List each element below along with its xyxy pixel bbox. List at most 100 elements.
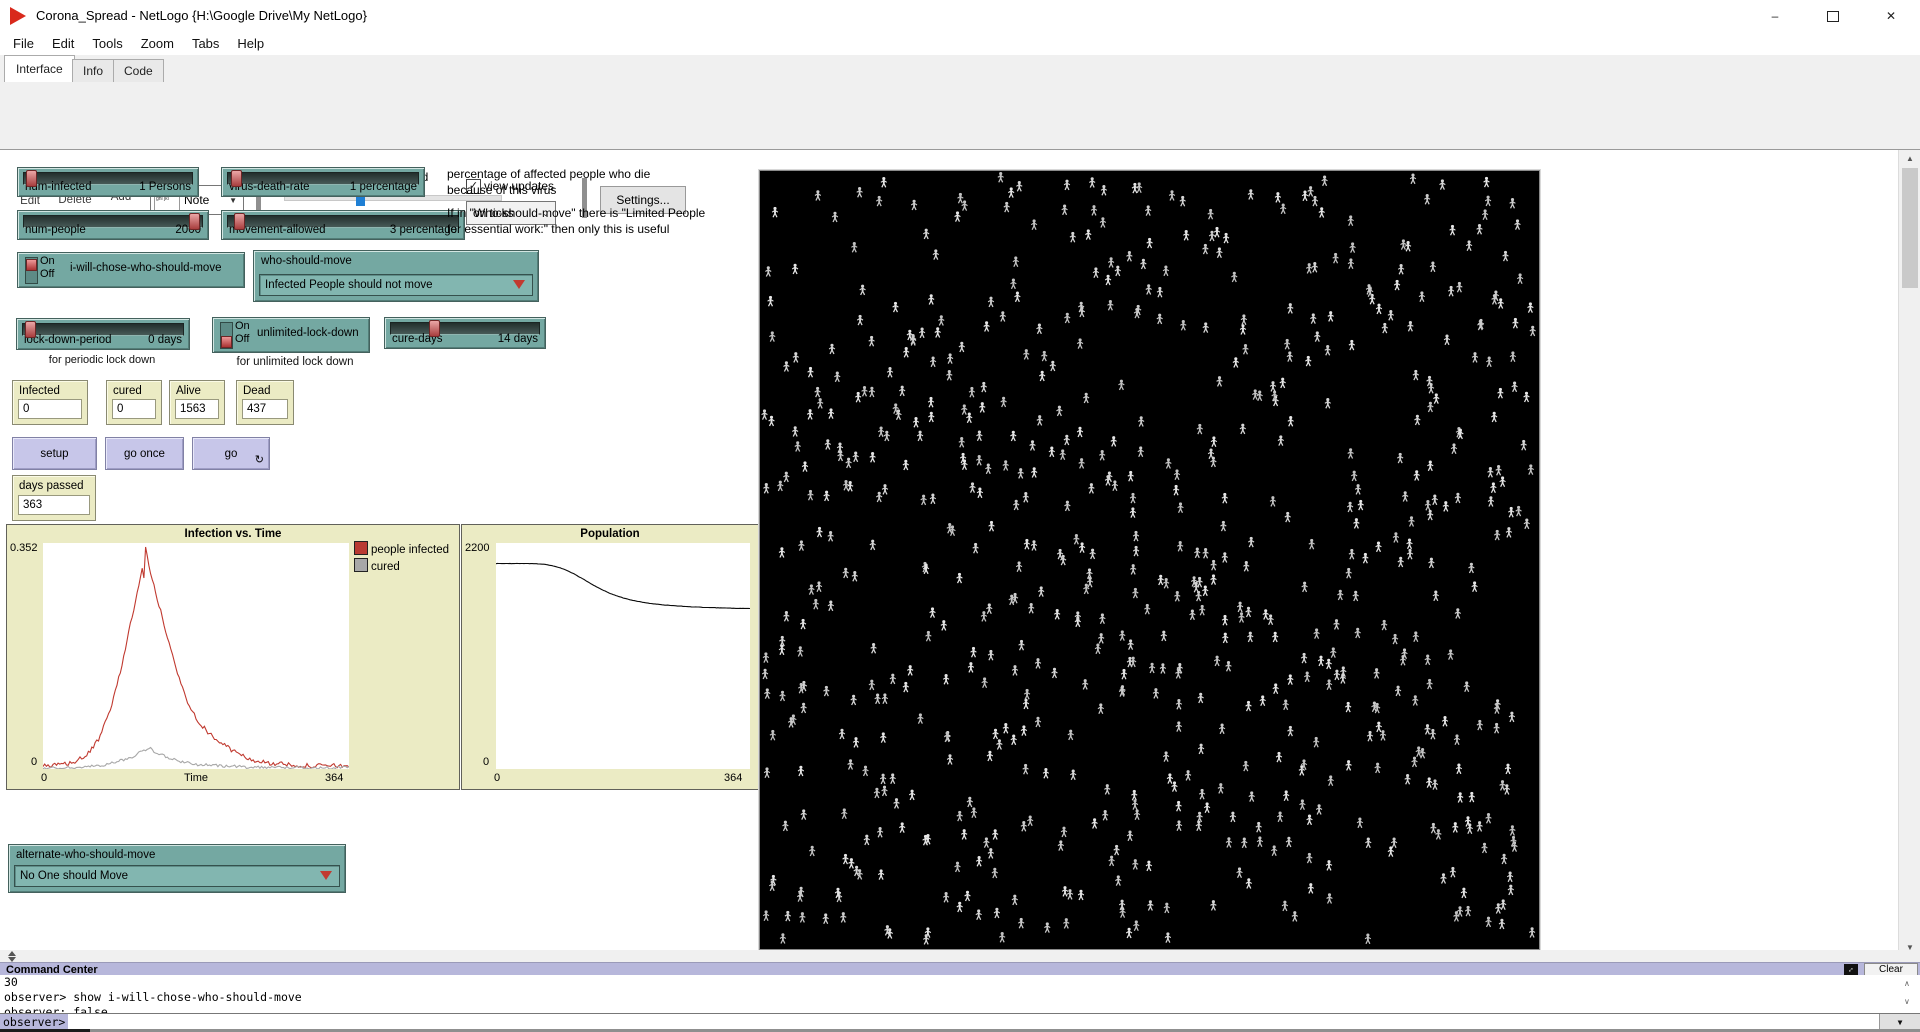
note-who-should-move: If in "Who-should-move" there is "Limite… xyxy=(447,205,787,237)
switch-off-label: Off xyxy=(40,268,54,280)
plot-population: Population 2200 0 0 364 xyxy=(461,524,759,790)
monitor-dead: Dead 437 xyxy=(236,380,294,425)
slider-movement-allowed[interactable]: movement-allowed 3 percentage xyxy=(221,210,465,240)
command-center-splitter[interactable] xyxy=(0,950,1920,962)
tab-interface[interactable]: Interface xyxy=(4,55,75,83)
tab-strip: Interface Info Code xyxy=(0,55,1920,83)
caption-periodic-lockdown: for periodic lock down xyxy=(16,354,188,366)
plot-title: Population xyxy=(462,528,758,540)
splitter-up-icon[interactable] xyxy=(8,951,16,956)
y-axis-min-label: 0 xyxy=(31,756,37,768)
monitor-value: 437 xyxy=(242,399,288,419)
forever-icon: ↻ xyxy=(255,453,264,466)
monitor-days-passed: days passed 363 xyxy=(12,475,96,521)
scroll-up-icon[interactable]: ∧ xyxy=(1904,979,1910,988)
interface-scrollbar[interactable]: ▲ ▼ xyxy=(1898,150,1920,956)
world-view[interactable] xyxy=(759,170,1540,950)
menu-tools[interactable]: Tools xyxy=(83,33,131,54)
command-center-title: Command Center xyxy=(0,964,98,976)
monitor-value: 0 xyxy=(18,399,82,419)
minimize-icon: – xyxy=(1772,9,1779,23)
switch-label: unlimited-lock-down xyxy=(257,327,359,339)
legend-item-people-infected: people infected xyxy=(354,541,449,556)
menu-file[interactable]: File xyxy=(4,33,43,54)
monitor-cured: cured 0 xyxy=(106,380,162,425)
command-center-output: 30 observer> show i-will-chose-who-shoul… xyxy=(0,975,1898,1013)
switch-on-label: On xyxy=(235,320,250,332)
monitor-label: Infected xyxy=(19,385,60,397)
netlogo-window: Corona_Spread - NetLogo {H:\Google Drive… xyxy=(0,0,1920,1032)
x-axis-max-label: 364 xyxy=(724,772,742,784)
go-button[interactable]: go ↻ xyxy=(192,437,270,470)
slider-thumb[interactable] xyxy=(26,170,37,187)
scroll-up-icon[interactable]: ▲ xyxy=(1899,150,1920,167)
switch-track[interactable] xyxy=(25,257,38,284)
y-axis-max-label: 2200 xyxy=(465,542,489,554)
monitor-alive: Alive 1563 xyxy=(169,380,225,425)
slider-thumb[interactable] xyxy=(189,213,200,230)
minimize-button[interactable]: – xyxy=(1746,0,1804,32)
switch-knob[interactable] xyxy=(221,336,232,348)
output-scrollbar[interactable]: ∧ ∨ xyxy=(1898,975,1920,1013)
plot-title: Infection vs. Time xyxy=(7,528,459,540)
switch-unlimited-lock-down[interactable]: On Off unlimited-lock-down xyxy=(212,317,370,353)
plot-area xyxy=(43,543,349,769)
dropdown-triangle-icon xyxy=(320,871,332,880)
plot-area xyxy=(496,543,750,769)
switch-label: i-will-chose-who-should-move xyxy=(70,262,221,274)
slider-value: 1 percentage xyxy=(350,181,417,193)
menu-edit[interactable]: Edit xyxy=(43,33,83,54)
chooser-title: who-should-move xyxy=(261,255,352,267)
chooser-selected-value[interactable]: Infected People should not move xyxy=(259,274,533,296)
title-bar: Corona_Spread - NetLogo {H:\Google Drive… xyxy=(0,0,1920,32)
history-dropdown-button[interactable]: ▼ xyxy=(1879,1014,1920,1030)
slider-thumb[interactable] xyxy=(234,213,245,230)
monitor-value: 0 xyxy=(112,399,156,419)
chooser-who-should-move[interactable]: who-should-move Infected People should n… xyxy=(253,250,539,302)
switch-knob[interactable] xyxy=(26,259,37,271)
detach-icon[interactable]: ↕ xyxy=(1844,964,1858,975)
slider-thumb[interactable] xyxy=(231,170,242,187)
menu-tabs[interactable]: Tabs xyxy=(183,33,228,54)
legend-item-cured: cured xyxy=(354,558,400,573)
output-line: observer: false xyxy=(0,1005,1898,1013)
slider-thumb[interactable] xyxy=(429,320,440,337)
monitor-label: days passed xyxy=(19,480,84,492)
go-label: go xyxy=(225,448,238,460)
menu-zoom[interactable]: Zoom xyxy=(132,33,183,54)
slider-num-people[interactable]: num-people 2000 xyxy=(17,210,209,240)
slider-num-infected[interactable]: num-infected 1 Persons xyxy=(17,167,199,197)
menu-help[interactable]: Help xyxy=(228,33,273,54)
y-axis-max-label: 0.352 xyxy=(10,542,38,554)
scroll-down-icon[interactable]: ∨ xyxy=(1904,997,1910,1006)
switch-on-label: On xyxy=(40,255,55,267)
slider-lock-down-period[interactable]: lock-down-period 0 days xyxy=(16,318,190,350)
command-input[interactable] xyxy=(68,1014,1879,1030)
tab-info[interactable]: Info xyxy=(72,59,114,83)
chooser-selected-value[interactable]: No One should Move xyxy=(14,865,340,887)
menu-bar: File Edit Tools Zoom Tabs Help xyxy=(0,32,1920,55)
command-input-row: observer> ▼ xyxy=(0,1013,1920,1030)
chooser-value-text: No One should Move xyxy=(20,870,128,882)
slider-thumb[interactable] xyxy=(25,321,36,338)
x-axis-min-label: 0 xyxy=(494,772,500,784)
chooser-alternate-who-should-move[interactable]: alternate-who-should-move No One should … xyxy=(8,844,346,893)
switch-i-will-chose-who-should-move[interactable]: On Off i-will-chose-who-should-move xyxy=(17,252,245,288)
observer-prompt[interactable]: observer> xyxy=(0,1014,68,1030)
window-title: Corona_Spread - NetLogo {H:\Google Drive… xyxy=(36,8,367,23)
go-once-button[interactable]: go once xyxy=(105,437,184,470)
tab-code[interactable]: Code xyxy=(113,59,164,83)
output-line: observer> show i-will-chose-who-should-m… xyxy=(0,990,1898,1005)
monitor-infected: Infected 0 xyxy=(12,380,88,425)
slider-virus-death-rate[interactable]: virus-death-rate 1 percentage xyxy=(221,167,425,197)
maximize-button[interactable] xyxy=(1804,0,1862,32)
close-button[interactable]: ✕ xyxy=(1862,0,1920,32)
monitor-label: Dead xyxy=(243,385,271,397)
switch-track[interactable] xyxy=(220,322,233,349)
output-line: 30 xyxy=(0,975,1898,990)
slider-cure-days[interactable]: cure-days 14 days xyxy=(384,317,546,349)
chooser-title: alternate-who-should-move xyxy=(16,849,155,861)
setup-button[interactable]: setup xyxy=(12,437,97,470)
plot-canvas xyxy=(43,543,349,769)
scrollbar-thumb[interactable] xyxy=(1902,168,1918,288)
